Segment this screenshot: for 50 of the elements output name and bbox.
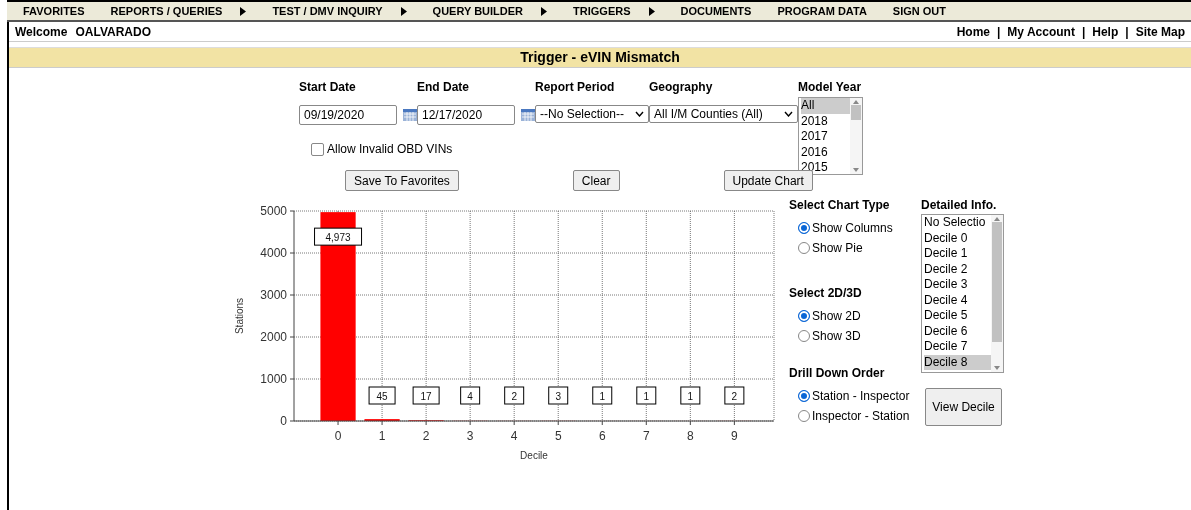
link-separator: | (1125, 24, 1129, 39)
x-tick-label: 3 (466, 429, 474, 443)
x-axis-title: Decile (520, 450, 548, 461)
y-axis-title: Stations (234, 297, 245, 335)
x-tick-label: 6 (598, 429, 606, 443)
x-tick-label: 2 (422, 429, 430, 443)
y-tick-label: 2000 (260, 330, 287, 344)
value-label: 17 (412, 386, 440, 405)
radio-label: Show 2D (812, 309, 861, 323)
link-separator: | (997, 24, 1001, 39)
x-tick-label: 8 (687, 429, 694, 443)
field-label: Report Period (535, 80, 616, 94)
y-tick-label: 5000 (260, 204, 287, 218)
group-title: Select 2D/3D (789, 286, 863, 300)
y-tick-label: 1000 (260, 372, 287, 386)
y-tick-label: 0 (280, 414, 287, 428)
radio-label: Show 3D (812, 329, 861, 343)
value-label: 2 (504, 386, 525, 405)
x-tick-label: 5 (554, 429, 562, 443)
link-separator: | (1081, 24, 1086, 39)
radio-label: Show Columns (812, 221, 893, 235)
page-title: Trigger - eVIN Mismatch (9, 47, 1191, 68)
radio-label: Inspector - Station (812, 409, 910, 423)
value-label: 1 (592, 386, 613, 405)
checkbox-label: Allow Invalid OBD VINs (327, 142, 453, 156)
value-label: 2 (724, 386, 745, 405)
x-tick-label: 0 (334, 429, 342, 443)
value-label: 1 (680, 386, 701, 405)
field-label: Model Year (798, 80, 863, 94)
group-title: Drill Down Order (789, 366, 886, 380)
value-label: 45 (368, 386, 396, 405)
value-label: 1 (636, 386, 657, 405)
x-tick-label: 4 (510, 429, 518, 443)
value-label: 4,973 (314, 227, 363, 246)
welcome-label: Welcome (15, 24, 68, 39)
x-tick-label: 9 (731, 429, 738, 443)
user-name: OALVARADO (75, 24, 152, 39)
group-title: Select Chart Type (789, 198, 891, 212)
field-label: End Date (417, 80, 470, 94)
value-label: 4 (460, 386, 481, 405)
field-label: Geography (649, 80, 714, 94)
y-tick-label: 3000 (260, 288, 287, 302)
radio-label: Show Pie (812, 241, 863, 255)
field-label: Start Date (299, 80, 357, 94)
group-title: Detailed Info. (921, 198, 998, 212)
x-tick-label: 1 (378, 429, 386, 443)
x-tick-label: 7 (642, 429, 650, 443)
radio-label: Station - Inspector (812, 389, 910, 403)
y-tick-label: 4000 (260, 246, 287, 260)
value-label: 3 (548, 386, 569, 405)
